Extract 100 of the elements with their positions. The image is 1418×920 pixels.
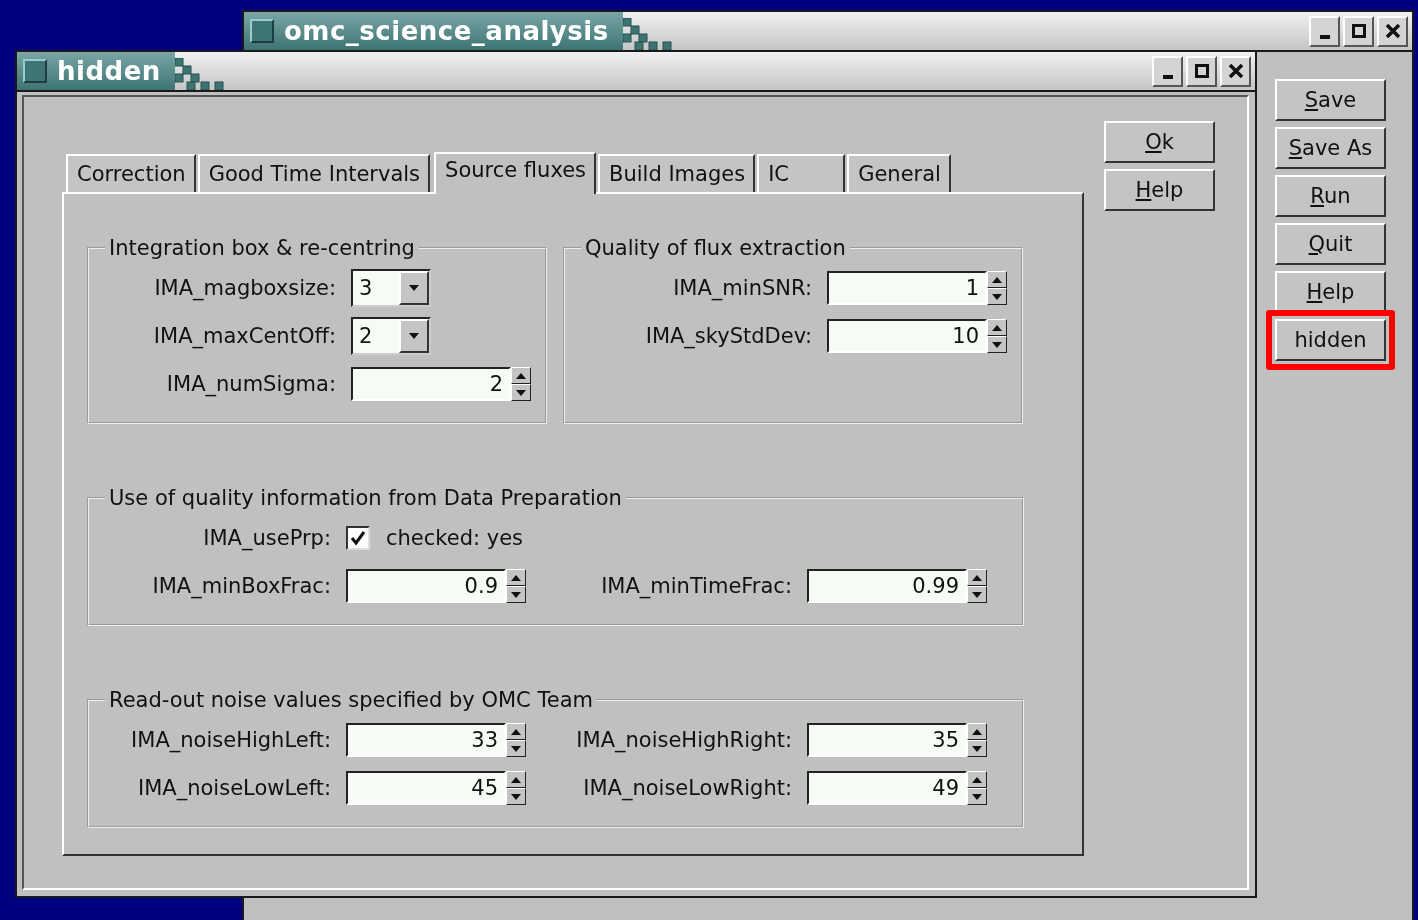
spin-down-button[interactable] bbox=[506, 586, 526, 603]
up-triangle-icon bbox=[515, 371, 527, 380]
tab[interactable]: Good Time Intervals bbox=[197, 154, 431, 192]
field-label: IMA_minBoxFrac: bbox=[151, 574, 331, 598]
close-icon bbox=[1384, 23, 1401, 39]
field-label: IMA_skyStdDev: bbox=[644, 324, 812, 348]
up-triangle-icon bbox=[991, 323, 1003, 332]
field-label: IMA_numSigma: bbox=[165, 372, 336, 396]
field-label: IMA_noiseHighLeft: bbox=[130, 728, 331, 752]
down-triangle-icon bbox=[971, 590, 983, 599]
spin-up-button[interactable] bbox=[987, 271, 1007, 288]
spin-down-button[interactable] bbox=[967, 586, 987, 603]
spin-up-button[interactable] bbox=[967, 771, 987, 788]
field-label: IMA_minSNR: bbox=[672, 276, 812, 300]
maximize-icon bbox=[1194, 64, 1209, 78]
action-button[interactable]: Help bbox=[1275, 271, 1386, 313]
up-triangle-icon bbox=[510, 573, 522, 582]
number-field[interactable]: 33 bbox=[346, 723, 506, 757]
group-title: Use of quality information from Data Preparation bbox=[108, 486, 623, 510]
field-label: IMA_minTimeFrac: bbox=[600, 574, 792, 598]
dropdown-button[interactable] bbox=[399, 319, 429, 353]
maximize-icon bbox=[1351, 24, 1366, 38]
close-button[interactable] bbox=[1220, 55, 1251, 87]
field-label: IMA_noiseLowLeft: bbox=[137, 776, 331, 800]
action-button[interactable]: Ok bbox=[1104, 121, 1215, 163]
number-field[interactable]: 10 bbox=[827, 319, 987, 353]
checkbox-caption: checked: yes bbox=[386, 526, 524, 550]
action-button[interactable]: Quit bbox=[1275, 223, 1386, 265]
title-pattern-icon bbox=[174, 58, 227, 90]
tab[interactable]: Source fluxes bbox=[434, 152, 597, 194]
tab[interactable]: Correction bbox=[66, 154, 196, 192]
dropdown-field[interactable]: 2 bbox=[351, 317, 431, 355]
maximize-button[interactable] bbox=[1343, 15, 1374, 47]
number-field[interactable]: 45 bbox=[346, 771, 506, 805]
up-triangle-icon bbox=[510, 727, 522, 736]
group-title: Read-out noise values specified by OMC Team bbox=[108, 688, 594, 712]
spin-down-button[interactable] bbox=[987, 336, 1007, 353]
spin-down-button[interactable] bbox=[511, 384, 531, 401]
dropdown-button[interactable] bbox=[399, 271, 429, 305]
down-triangle-icon bbox=[510, 744, 522, 753]
number-field[interactable]: 49 bbox=[807, 771, 967, 805]
spin-up-button[interactable] bbox=[506, 569, 526, 586]
up-triangle-icon bbox=[971, 727, 983, 736]
up-triangle-icon bbox=[991, 275, 1003, 284]
close-icon bbox=[1227, 63, 1244, 79]
down-triangle-icon bbox=[408, 284, 420, 292]
title-pattern-icon bbox=[622, 18, 675, 50]
action-button[interactable]: Run bbox=[1275, 175, 1386, 217]
down-triangle-icon bbox=[971, 792, 983, 801]
number-field[interactable]: 2 bbox=[351, 367, 511, 401]
action-button[interactable]: hidden bbox=[1275, 319, 1386, 361]
number-field[interactable]: 35 bbox=[807, 723, 967, 757]
close-button[interactable] bbox=[1377, 15, 1408, 47]
down-triangle-icon bbox=[510, 792, 522, 801]
tab[interactable]: IC bbox=[757, 154, 846, 192]
down-triangle-icon bbox=[991, 292, 1003, 301]
up-triangle-icon bbox=[971, 573, 983, 582]
spin-down-button[interactable] bbox=[967, 740, 987, 757]
group-title: Quality of flux extraction bbox=[584, 236, 847, 260]
spin-down-button[interactable] bbox=[987, 288, 1007, 305]
spin-up-button[interactable] bbox=[967, 569, 987, 586]
spin-up-button[interactable] bbox=[506, 771, 526, 788]
tab[interactable]: Build Images bbox=[598, 154, 756, 192]
window-icon[interactable] bbox=[23, 59, 47, 83]
field-label: IMA_usePrp: bbox=[202, 526, 331, 550]
spin-down-button[interactable] bbox=[506, 788, 526, 805]
field-label: IMA_magboxsize: bbox=[153, 276, 336, 300]
dropdown-field[interactable]: 3 bbox=[351, 269, 431, 307]
field-label: IMA_maxCentOff: bbox=[152, 324, 336, 348]
group-title: Integration box & re-centring bbox=[108, 236, 416, 260]
number-field[interactable]: 1 bbox=[827, 271, 987, 305]
action-button[interactable]: Save bbox=[1275, 79, 1386, 121]
minimize-button[interactable] bbox=[1309, 15, 1340, 47]
window-icon[interactable] bbox=[250, 19, 274, 43]
field-label: IMA_noiseLowRight: bbox=[582, 776, 792, 800]
field-label: IMA_noiseHighRight: bbox=[575, 728, 792, 752]
spin-up-button[interactable] bbox=[511, 367, 531, 384]
spin-up-button[interactable] bbox=[967, 723, 987, 740]
number-field[interactable]: 0.99 bbox=[807, 569, 967, 603]
checkbox[interactable] bbox=[346, 526, 370, 550]
down-triangle-icon bbox=[515, 388, 527, 397]
down-triangle-icon bbox=[971, 744, 983, 753]
spin-down-button[interactable] bbox=[506, 740, 526, 757]
window-title: omc_science_analysis bbox=[284, 16, 609, 46]
spin-up-button[interactable] bbox=[987, 319, 1007, 336]
spin-up-button[interactable] bbox=[506, 723, 526, 740]
minimize-button[interactable] bbox=[1152, 55, 1183, 87]
action-button[interactable]: Save As bbox=[1275, 127, 1386, 169]
maximize-button[interactable] bbox=[1186, 55, 1217, 87]
up-triangle-icon bbox=[510, 775, 522, 784]
up-triangle-icon bbox=[971, 775, 983, 784]
down-triangle-icon bbox=[991, 340, 1003, 349]
check-icon bbox=[350, 530, 366, 546]
tab[interactable]: General bbox=[847, 154, 951, 192]
down-triangle-icon bbox=[510, 590, 522, 599]
minimize-icon bbox=[1319, 35, 1330, 39]
minimize-icon bbox=[1162, 75, 1173, 79]
number-field[interactable]: 0.9 bbox=[346, 569, 506, 603]
spin-down-button[interactable] bbox=[967, 788, 987, 805]
action-button[interactable]: Help bbox=[1104, 169, 1215, 211]
